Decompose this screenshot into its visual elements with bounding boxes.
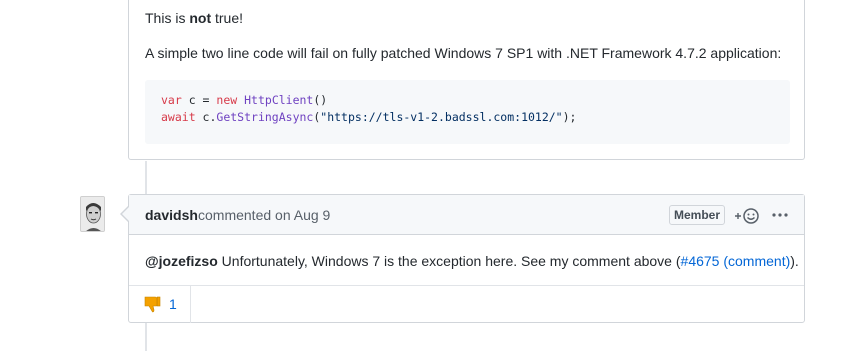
code-function: HttpClient bbox=[244, 93, 314, 107]
text: ). bbox=[790, 253, 799, 269]
code-keyword: await bbox=[161, 110, 196, 124]
avatar-image bbox=[81, 197, 104, 231]
comment-meta: commented on Aug 9 bbox=[198, 207, 330, 223]
comment-pointer-fill bbox=[122, 207, 129, 221]
code-text: c = bbox=[181, 93, 217, 107]
add-reaction-button[interactable] bbox=[734, 207, 760, 225]
avatar[interactable] bbox=[80, 196, 105, 232]
comment-date[interactable]: Aug 9 bbox=[294, 207, 331, 223]
user-mention[interactable]: @jozefizso bbox=[145, 253, 218, 269]
member-badge: Member bbox=[669, 205, 726, 225]
issue-link[interactable]: #4675 bbox=[681, 253, 720, 269]
code-keyword: var bbox=[161, 93, 182, 107]
comment-author[interactable]: davidsh bbox=[145, 207, 198, 223]
comment-paragraph-1: This is not true! bbox=[145, 8, 243, 28]
code-text: () bbox=[313, 93, 328, 107]
code-keyword: new bbox=[216, 93, 238, 107]
bold-text: not bbox=[189, 10, 212, 26]
comment-text: @jozefizso Unfortunately, Windows 7 is t… bbox=[145, 251, 799, 271]
more-options-icon[interactable] bbox=[770, 206, 790, 224]
text: Unfortunately, Windows 7 is the exceptio… bbox=[217, 253, 681, 269]
code-block: var c = new HttpClient() await c.GetStri… bbox=[145, 80, 790, 144]
comment-container: davidsh commented on Aug 9 Member @jozef… bbox=[120, 194, 805, 323]
comment-action: commented on bbox=[198, 207, 291, 223]
reaction-count: 1 bbox=[169, 296, 177, 312]
thumbs-down-icon bbox=[143, 295, 161, 316]
comment-body-previous: This is not true! A simple two line code… bbox=[128, 0, 805, 160]
reaction-thumbs-down[interactable]: 1 bbox=[129, 286, 191, 323]
code-text: ); bbox=[562, 110, 577, 124]
text: This is bbox=[145, 10, 190, 26]
comment-paragraph-2: A simple two line code will fail on full… bbox=[145, 45, 782, 61]
code-text: c. bbox=[195, 110, 217, 124]
comment-header: davidsh commented on Aug 9 Member bbox=[129, 195, 804, 235]
code-string: "https://tls-v1-2.badssl.com:1012/" bbox=[320, 110, 563, 124]
code-function: GetStringAsync bbox=[216, 110, 314, 124]
smiley-plus-icon bbox=[735, 208, 759, 224]
text: true! bbox=[211, 10, 244, 26]
reactions-bar: 1 bbox=[129, 285, 804, 323]
comment-link[interactable]: (comment) bbox=[723, 253, 790, 269]
